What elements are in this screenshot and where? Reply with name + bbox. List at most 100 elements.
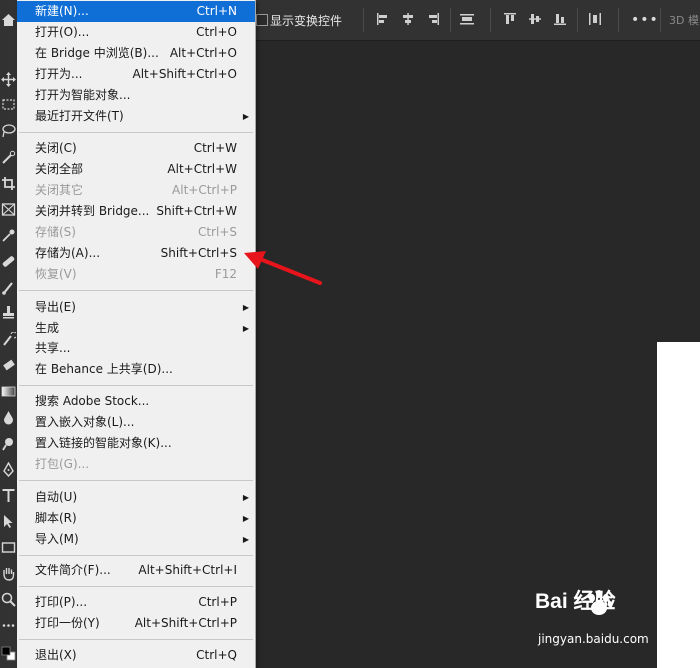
- menu-item-save-as[interactable]: 存储为(A)... Shift+Ctrl+S: [17, 243, 255, 264]
- menu-item-open-as-smart-object[interactable]: 打开为智能对象...: [17, 85, 255, 106]
- menu-item-label: 打包(G)...: [35, 457, 90, 471]
- rectangle-tool-icon[interactable]: [1, 540, 16, 555]
- menu-item-label: 自动(U): [35, 490, 78, 504]
- menu-item-shortcut: Alt+Shift+Ctrl+O: [132, 67, 237, 81]
- pen-tool-icon[interactable]: [1, 461, 16, 478]
- menu-item-label: 关闭并转到 Bridge...: [35, 204, 150, 218]
- submenu-arrow-icon: ▶: [242, 514, 249, 523]
- document-canvas-area: [255, 68, 700, 668]
- align-horizontal-centers-icon[interactable]: [401, 12, 415, 29]
- menu-item-shortcut: Ctrl+S: [197, 225, 237, 239]
- blur-tool-icon[interactable]: [1, 410, 16, 425]
- home-icon[interactable]: [1, 12, 16, 27]
- gradient-tool-icon[interactable]: [1, 384, 16, 399]
- menu-separator: [19, 385, 253, 386]
- menu-separator: [19, 555, 253, 556]
- menu-item-shortcut: Ctrl+P: [198, 595, 237, 609]
- menu-item-label: 搜索 Adobe Stock...: [35, 394, 150, 408]
- menu-separator: [19, 132, 253, 133]
- menu-item-shortcut: Ctrl+N: [196, 4, 237, 18]
- options-separator: [363, 8, 364, 32]
- menu-separator: [19, 639, 253, 640]
- menu-item-shortcut: Ctrl+O: [196, 25, 237, 39]
- type-tool-icon[interactable]: [1, 488, 16, 503]
- menu-item-print[interactable]: 打印(P)... Ctrl+P: [17, 592, 255, 613]
- menu-item-print-one-copy[interactable]: 打印一份(Y) Alt+Shift+Ctrl+P: [17, 613, 255, 634]
- zoom-tool-icon[interactable]: [1, 592, 16, 607]
- menu-item-shortcut: Shift+Ctrl+S: [160, 246, 237, 260]
- baidu-jingyan-watermark: Bai 经验 jingyan.baidu.com: [535, 585, 700, 668]
- menu-item-share[interactable]: 共享...: [17, 338, 255, 359]
- submenu-arrow-icon: ▶: [242, 535, 249, 544]
- align-top-edges-icon[interactable]: [503, 12, 517, 29]
- align-bottom-edges-icon[interactable]: [553, 12, 567, 29]
- menu-item-package: 打包(G)...: [17, 454, 255, 475]
- menu-item-search-adobe-stock[interactable]: 搜索 Adobe Stock...: [17, 391, 255, 412]
- menu-item-scripts[interactable]: 脚本(R) ▶: [17, 508, 255, 529]
- move-tool-icon[interactable]: [1, 72, 16, 87]
- menu-item-close[interactable]: 关闭(C) Ctrl+W: [17, 138, 255, 159]
- menu-item-close-others: 关闭其它 Alt+Ctrl+P: [17, 180, 255, 201]
- menu-item-label: 存储(S): [35, 225, 76, 239]
- menu-item-label: 共享...: [35, 341, 71, 355]
- menu-item-automate[interactable]: 自动(U) ▶: [17, 487, 255, 508]
- menu-item-revert: 恢复(V) F12: [17, 264, 255, 285]
- menu-item-exit[interactable]: 退出(X) Ctrl+Q: [17, 645, 255, 666]
- menu-item-label: 打开为智能对象...: [35, 88, 131, 102]
- crop-tool-icon[interactable]: [1, 176, 16, 191]
- path-selection-tool-icon[interactable]: [1, 514, 16, 529]
- more-tools-icon[interactable]: [1, 618, 16, 633]
- distribute-horizontal-icon[interactable]: [588, 12, 602, 29]
- frame-tool-icon[interactable]: [1, 202, 16, 217]
- menu-item-close-and-go-to-bridge[interactable]: 关闭并转到 Bridge... Shift+Ctrl+W: [17, 201, 255, 222]
- healing-brush-tool-icon[interactable]: [1, 254, 16, 269]
- options-separator: [660, 8, 661, 32]
- menu-item-label: 恢复(V): [35, 267, 77, 281]
- menu-item-new[interactable]: 新建(N)... Ctrl+N: [17, 1, 255, 22]
- lasso-tool-icon[interactable]: [1, 123, 16, 138]
- menu-item-label: 生成: [35, 321, 60, 335]
- menu-item-label: 最近打开文件(T): [35, 109, 124, 123]
- menu-item-open-as[interactable]: 打开为... Alt+Shift+Ctrl+O: [17, 64, 255, 85]
- menu-item-share-on-behance[interactable]: 在 Behance 上共享(D)...: [17, 359, 255, 380]
- menu-item-open[interactable]: 打开(O)... Ctrl+O: [17, 22, 255, 43]
- align-left-edges-icon[interactable]: [376, 12, 390, 29]
- menu-item-open-recent[interactable]: 最近打开文件(T) ▶: [17, 106, 255, 127]
- 3d-mode-label: 3D 模: [669, 14, 699, 27]
- foreground-background-color-icon[interactable]: [1, 646, 16, 661]
- show-transform-controls-checkbox[interactable]: [256, 14, 268, 26]
- hand-tool-icon[interactable]: [1, 566, 16, 581]
- menu-item-label: 打印一份(Y): [35, 616, 100, 630]
- menu-item-browse-in-bridge[interactable]: 在 Bridge 中浏览(B)... Alt+Ctrl+O: [17, 43, 255, 64]
- menu-item-label: 新建(N)...: [35, 4, 89, 18]
- quick-selection-tool-icon[interactable]: [1, 150, 16, 165]
- align-right-edges-icon[interactable]: [426, 12, 440, 29]
- submenu-arrow-icon: ▶: [242, 493, 249, 502]
- dodge-tool-icon[interactable]: [1, 436, 16, 451]
- more-options-icon[interactable]: •••: [631, 12, 659, 28]
- menu-item-generate[interactable]: 生成 ▶: [17, 318, 255, 339]
- menu-item-close-all[interactable]: 关闭全部 Alt+Ctrl+W: [17, 159, 255, 180]
- options-separator: [577, 8, 578, 32]
- menu-separator: [19, 480, 253, 481]
- menu-item-shortcut: Shift+Ctrl+W: [156, 204, 237, 218]
- eyedropper-tool-icon[interactable]: [1, 228, 16, 243]
- align-vertical-centers-icon[interactable]: [528, 12, 542, 29]
- history-brush-tool-icon[interactable]: [1, 331, 18, 347]
- eraser-tool-icon[interactable]: [1, 358, 16, 373]
- menu-item-export[interactable]: 导出(E) ▶: [17, 297, 255, 318]
- menu-item-label: 在 Bridge 中浏览(B)...: [35, 46, 159, 60]
- brush-tool-icon[interactable]: [1, 280, 16, 295]
- menu-item-shortcut: F12: [214, 267, 237, 281]
- options-separator: [618, 8, 619, 32]
- submenu-arrow-icon: ▶: [242, 303, 249, 312]
- marquee-tool-icon[interactable]: [1, 97, 16, 112]
- menu-item-import[interactable]: 导入(M) ▶: [17, 529, 255, 550]
- distribute-vertical-icon[interactable]: [459, 12, 475, 29]
- menu-item-place-embedded[interactable]: 置入嵌入对象(L)...: [17, 412, 255, 433]
- menu-item-label: 在 Behance 上共享(D)...: [35, 362, 173, 376]
- clone-stamp-tool-icon[interactable]: [1, 305, 16, 320]
- menu-item-label: 置入链接的智能对象(K)...: [35, 436, 172, 450]
- menu-item-place-linked[interactable]: 置入链接的智能对象(K)...: [17, 433, 255, 454]
- menu-item-file-info[interactable]: 文件简介(F)... Alt+Shift+Ctrl+I: [17, 560, 255, 581]
